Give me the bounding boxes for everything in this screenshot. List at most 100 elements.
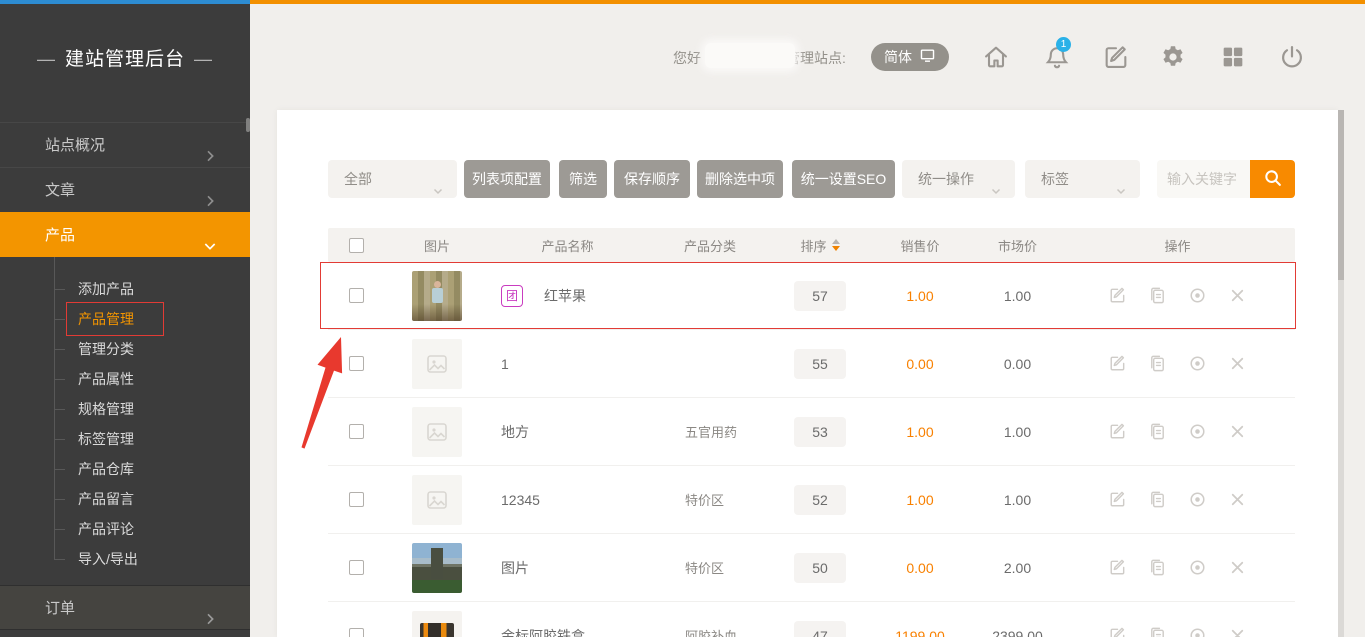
sidebar-item-label: 站点概况 [45, 137, 105, 154]
sidebar-item-import-export[interactable]: 导入/导出 [0, 544, 250, 574]
notifications-bell-icon[interactable]: 1 [1043, 43, 1071, 71]
sidebar-item-product-warehouse[interactable]: 产品仓库 [0, 454, 250, 484]
row-checkbox[interactable] [349, 356, 364, 371]
sidebar-item-products[interactable]: 产品 [0, 212, 250, 257]
products-submenu: 添加产品 产品管理 管理分类 产品属性 规格管理 标签管理 产品仓库 产品留言 … [0, 257, 250, 574]
submenu-label: 产品评论 [78, 521, 134, 537]
edit-icon[interactable] [1108, 286, 1127, 305]
copy-icon[interactable] [1148, 558, 1167, 577]
title-dash-left: — [37, 49, 56, 69]
sidebar-item-label: 文章 [45, 182, 75, 199]
monitor-icon [919, 47, 936, 67]
sidebar-item-tag-management[interactable]: 标签管理 [0, 424, 250, 454]
column-header-name: 产品名称 [490, 236, 645, 255]
product-image[interactable] [412, 271, 462, 321]
sort-arrows-icon[interactable] [832, 239, 840, 251]
sort-value[interactable]: 55 [794, 349, 846, 379]
edit-icon[interactable] [1108, 354, 1127, 373]
chevron-right-icon [202, 600, 218, 637]
delete-selected-button[interactable]: 删除选中项 [697, 160, 783, 198]
sort-value[interactable]: 47 [794, 621, 846, 637]
edit-icon[interactable] [1108, 422, 1127, 441]
copy-icon[interactable] [1148, 626, 1167, 637]
sidebar-item-product-reviews[interactable]: 产品评论 [0, 514, 250, 544]
batch-seo-button[interactable]: 统一设置SEO [792, 160, 895, 198]
view-eye-icon[interactable] [1188, 558, 1207, 577]
sidebar-scrollbar[interactable] [246, 118, 250, 132]
copy-icon[interactable] [1148, 490, 1167, 509]
delete-x-icon[interactable] [1228, 422, 1247, 441]
product-image[interactable] [412, 407, 462, 457]
column-header-sort[interactable]: 排序 [775, 236, 865, 255]
product-name: 地方 [501, 422, 529, 442]
gear-icon[interactable] [1159, 43, 1187, 71]
product-image[interactable] [412, 475, 462, 525]
delete-x-icon[interactable] [1228, 558, 1247, 577]
title-dash-right: — [194, 49, 213, 69]
row-checkbox[interactable] [349, 628, 364, 637]
edit-icon[interactable] [1102, 43, 1130, 71]
edit-icon[interactable] [1108, 558, 1127, 577]
sidebar-menu: 站点概况 文章 产品 [0, 122, 250, 257]
copy-icon[interactable] [1148, 286, 1167, 305]
app-title: —建站管理后台— [0, 44, 250, 71]
sidebar-item-add-product[interactable]: 添加产品 [0, 274, 250, 304]
delete-x-icon[interactable] [1228, 626, 1247, 637]
view-eye-icon[interactable] [1188, 626, 1207, 637]
sort-value[interactable]: 52 [794, 485, 846, 515]
product-image[interactable] [412, 611, 462, 637]
sidebar-item-site-overview[interactable]: 站点概况 [0, 122, 250, 167]
sidebar-item-product-attributes[interactable]: 产品属性 [0, 364, 250, 394]
sale-price: 1.00 [865, 492, 975, 508]
greeting-text: 您好 [673, 48, 701, 68]
sidebar-item-orders[interactable]: 订单 [0, 585, 250, 630]
sort-value[interactable]: 50 [794, 553, 846, 583]
submenu-label: 添加产品 [78, 281, 134, 297]
home-icon[interactable] [982, 43, 1010, 71]
delete-x-icon[interactable] [1228, 354, 1247, 373]
table-row: 团 红苹果 57 1.00 1.00 [328, 262, 1295, 330]
view-eye-icon[interactable] [1188, 286, 1207, 305]
sort-value[interactable]: 57 [794, 281, 846, 311]
product-image[interactable] [412, 339, 462, 389]
delete-x-icon[interactable] [1228, 286, 1247, 305]
select-all-checkbox[interactable] [349, 238, 364, 253]
edit-icon[interactable] [1108, 626, 1127, 637]
language-switch-button[interactable]: 简体 [871, 43, 949, 71]
batch-operation-dropdown[interactable]: 统一操作 [902, 160, 1015, 198]
sort-value[interactable]: 53 [794, 417, 846, 447]
sidebar-item-spec-management[interactable]: 规格管理 [0, 394, 250, 424]
power-logout-icon[interactable] [1278, 43, 1306, 71]
view-eye-icon[interactable] [1188, 354, 1207, 373]
copy-icon[interactable] [1148, 354, 1167, 373]
row-checkbox[interactable] [349, 424, 364, 439]
tag-dropdown[interactable]: 标签 [1025, 160, 1140, 198]
search-button[interactable] [1250, 160, 1295, 198]
apps-grid-icon[interactable] [1219, 43, 1247, 71]
view-eye-icon[interactable] [1188, 490, 1207, 509]
tag-dropdown-value: 标签 [1041, 171, 1069, 187]
category-filter-dropdown[interactable]: 全部 [328, 160, 457, 198]
search-input[interactable] [1157, 160, 1250, 198]
column-header-market-price: 市场价 [975, 236, 1060, 255]
chevron-down-icon [989, 173, 1003, 211]
delete-x-icon[interactable] [1228, 490, 1247, 509]
sidebar-item-articles[interactable]: 文章 [0, 167, 250, 212]
save-order-button[interactable]: 保存顺序 [614, 160, 690, 198]
sidebar-item-product-messages[interactable]: 产品留言 [0, 484, 250, 514]
table-row: 图片 特价区 50 0.00 2.00 [328, 534, 1295, 602]
product-image[interactable] [412, 543, 462, 593]
view-eye-icon[interactable] [1188, 422, 1207, 441]
list-config-button[interactable]: 列表项配置 [464, 160, 550, 198]
content-scrollbar[interactable] [1338, 110, 1344, 637]
row-checkbox[interactable] [349, 560, 364, 575]
row-checkbox[interactable] [349, 492, 364, 507]
sidebar-item-manage-categories[interactable]: 管理分类 [0, 334, 250, 364]
table-header: 图片 产品名称 产品分类 排序 销售价 市场价 操作 [328, 228, 1295, 262]
row-checkbox[interactable] [349, 288, 364, 303]
filter-button[interactable]: 筛选 [559, 160, 607, 198]
copy-icon[interactable] [1148, 422, 1167, 441]
sidebar-item-product-management[interactable]: 产品管理 [0, 304, 250, 334]
app-root: —建站管理后台— 站点概况 文章 产品 添加产品 产品管理 管理分类 产品属性 … [0, 0, 1365, 637]
edit-icon[interactable] [1108, 490, 1127, 509]
